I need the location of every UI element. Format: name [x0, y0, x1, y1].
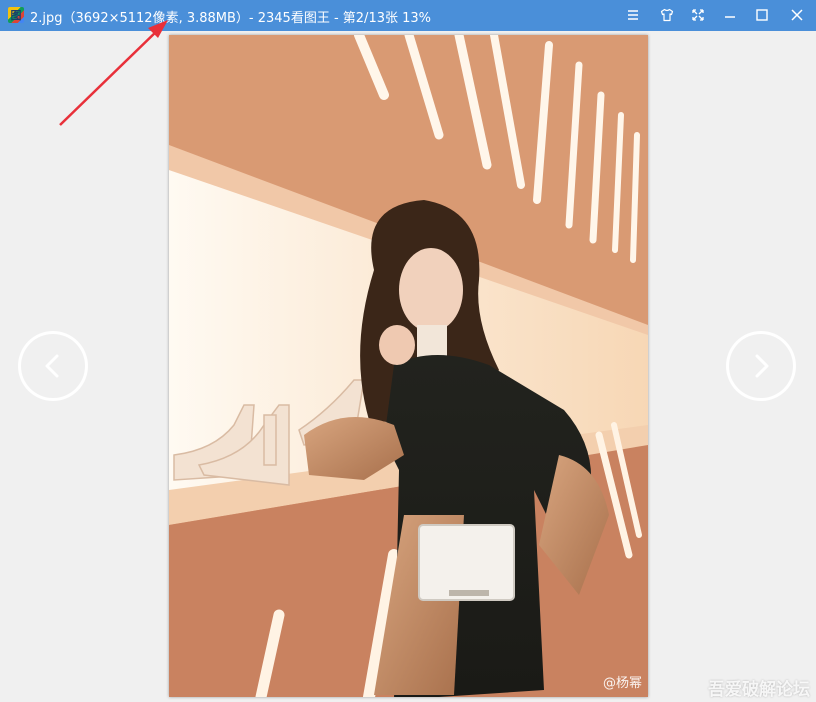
menu-icon[interactable]: [620, 4, 646, 26]
maximize-icon[interactable]: [749, 4, 775, 26]
photo-illustration: [169, 35, 648, 697]
next-image-button[interactable]: [726, 331, 796, 401]
chevron-left-icon: [45, 354, 59, 378]
chevron-right-icon: [755, 354, 769, 378]
skin-icon[interactable]: [654, 4, 680, 26]
fullscreen-icon[interactable]: [685, 4, 711, 26]
minimize-icon[interactable]: [717, 4, 743, 26]
previous-image-button[interactable]: [18, 331, 88, 401]
photo-watermark: @杨幂: [602, 676, 642, 691]
close-icon[interactable]: [784, 4, 810, 26]
title-bar: 图 2.jpg（3692×5112像素, 3.88MB）- 2345看图王 - …: [0, 0, 816, 31]
site-watermark: 吾爱破解论坛: [708, 680, 810, 700]
window-title: 2.jpg（3692×5112像素, 3.88MB）- 2345看图王 - 第2…: [30, 11, 432, 26]
app-logo-icon: 图: [8, 7, 24, 23]
displayed-photo: @杨幂: [169, 35, 648, 697]
